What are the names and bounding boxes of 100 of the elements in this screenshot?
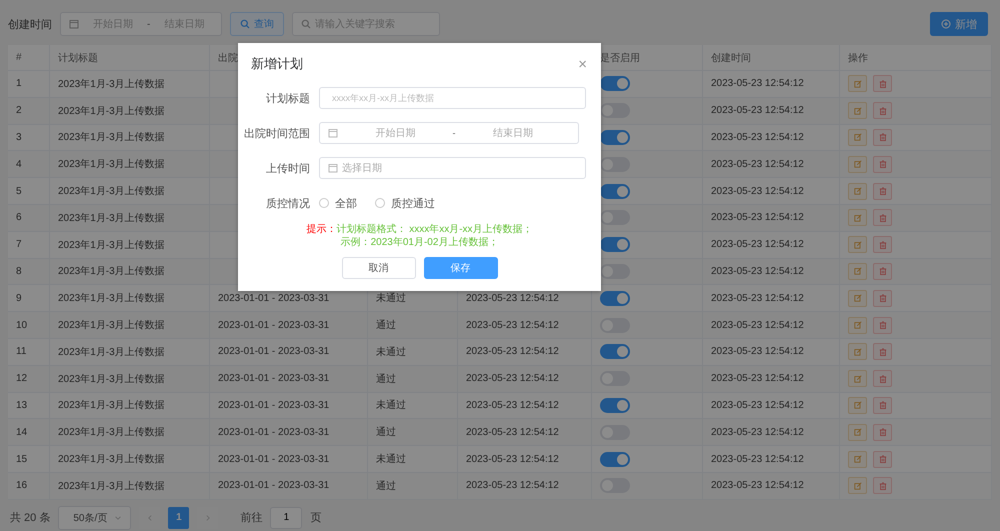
query-button[interactable]: 查询 (230, 12, 284, 36)
edit-icon (854, 80, 862, 88)
radio-button[interactable] (319, 198, 329, 208)
table-cell: 2023-05-23 12:54:12 (458, 419, 592, 446)
edit-button[interactable] (848, 209, 867, 226)
table-cell: 2023-05-23 12:54:12 (458, 338, 592, 365)
column-header: 操作 (840, 45, 992, 70)
toggle-switch[interactable] (600, 237, 630, 252)
edit-icon (854, 294, 862, 302)
delete-button[interactable] (873, 75, 892, 92)
goto-label: 前往 (240, 511, 262, 526)
delete-button[interactable] (873, 102, 892, 120)
edit-icon (854, 348, 862, 356)
table-cell: 2023-05-23 12:54:12 (458, 392, 592, 418)
table-cell: 2023-05-23 12:54:12 (703, 312, 840, 338)
table-cell: 5 (8, 178, 50, 204)
delete-button[interactable] (873, 209, 892, 226)
table-cell: 2023年1月-3月上传数据 (50, 338, 210, 365)
save-button[interactable]: 保存 (424, 257, 498, 279)
input-field[interactable]: xxxx年xx月-xx月上传数据 (319, 87, 586, 109)
field-label: 质控情况 (265, 196, 311, 210)
trash-icon (878, 214, 886, 222)
toggle-switch[interactable] (600, 264, 630, 279)
edit-button[interactable] (848, 424, 867, 441)
table-cell: 2023-05-23 12:54:12 (703, 366, 840, 392)
radio-option[interactable]: 全部 (319, 196, 357, 210)
edit-button[interactable] (848, 262, 867, 280)
table-cell: 2023年1月-3月上传数据 (50, 366, 210, 392)
edit-button[interactable] (848, 343, 867, 360)
trash-icon (878, 80, 886, 88)
table-cell: 2023-05-23 12:54:12 (703, 98, 840, 124)
delete-button[interactable] (873, 424, 892, 441)
column-header: 创建时间 (703, 45, 840, 70)
edit-button[interactable] (848, 290, 867, 307)
delete-button[interactable] (873, 236, 892, 254)
table-cell: 2023年1月-3月上传数据 (50, 312, 210, 338)
table-cell: 7 (8, 232, 50, 258)
delete-button[interactable] (873, 128, 892, 146)
table-cell: 2023-05-23 12:54:12 (458, 366, 592, 392)
delete-button[interactable] (873, 477, 892, 494)
edit-button[interactable] (848, 477, 867, 494)
add-button[interactable]: 新增 (930, 12, 988, 36)
edit-icon (854, 133, 862, 142)
trash-icon (878, 240, 886, 249)
delete-button[interactable] (873, 450, 892, 468)
edit-button[interactable] (848, 236, 867, 254)
trash-icon (878, 482, 886, 490)
table-cell: 2023-05-23 12:54:12 (703, 178, 840, 204)
close-button[interactable]: × (578, 56, 587, 72)
edit-button[interactable] (848, 102, 867, 120)
edit-button[interactable] (848, 450, 867, 468)
toggle-switch[interactable] (600, 103, 630, 118)
table-cell: 6 (8, 204, 50, 231)
delete-button[interactable] (873, 156, 892, 173)
toggle-switch[interactable] (600, 290, 630, 306)
toggle-switch[interactable] (600, 452, 630, 467)
toggle-switch[interactable] (600, 184, 630, 199)
toggle-switch[interactable] (600, 130, 630, 145)
hint-text: 示例：2023年01月-02月上传数据； (340, 237, 498, 248)
toggle-switch[interactable] (600, 344, 630, 360)
table-cell: 15 (8, 446, 50, 472)
page-button[interactable]: 1 (168, 506, 190, 529)
date-range-field[interactable]: 开始日期 - 结束日期 (319, 122, 579, 144)
table-cell: 通过 (368, 312, 458, 338)
radio-button[interactable] (375, 198, 385, 208)
edit-button[interactable] (848, 370, 867, 388)
page-size-select[interactable]: 50条/页 (58, 506, 132, 530)
delete-button[interactable] (873, 343, 892, 360)
delete-button[interactable] (873, 370, 892, 388)
edit-button[interactable] (848, 128, 867, 146)
edit-button[interactable] (848, 316, 867, 334)
table-cell: 2023年1月-3月上传数据 (50, 178, 210, 204)
table-cell: 未通过 (368, 446, 458, 472)
delete-button[interactable] (873, 290, 892, 307)
delete-button[interactable] (873, 182, 892, 200)
delete-button[interactable] (873, 396, 892, 414)
table-cell: 2023年1月-3月上传数据 (50, 204, 210, 231)
toggle-switch[interactable] (600, 76, 630, 92)
delete-button[interactable] (873, 262, 892, 280)
toggle-switch[interactable] (600, 398, 630, 413)
table-cell: 通过 (368, 472, 458, 499)
table-cell: 2023年1月-3月上传数据 (50, 446, 210, 472)
delete-button[interactable] (873, 316, 892, 334)
edit-button[interactable] (848, 156, 867, 173)
toggle-switch[interactable] (600, 156, 630, 172)
trash-icon (878, 455, 886, 464)
trash-icon (878, 294, 886, 302)
edit-button[interactable] (848, 75, 867, 92)
trash-icon (878, 321, 886, 330)
search-icon (301, 19, 311, 29)
toggle-switch[interactable] (600, 210, 630, 226)
table-cell: 2023年1月-3月上传数据 (50, 151, 210, 178)
radio-option[interactable]: 质控通过 (375, 196, 435, 210)
edit-button[interactable] (848, 396, 867, 414)
edit-button[interactable] (848, 182, 867, 200)
date-field[interactable]: 选择日期 (319, 157, 586, 179)
page-input[interactable]: 1 (270, 506, 302, 529)
table-cell: 通过 (368, 419, 458, 446)
cancel-button[interactable]: 取消 (342, 257, 416, 279)
edit-icon (854, 321, 862, 330)
